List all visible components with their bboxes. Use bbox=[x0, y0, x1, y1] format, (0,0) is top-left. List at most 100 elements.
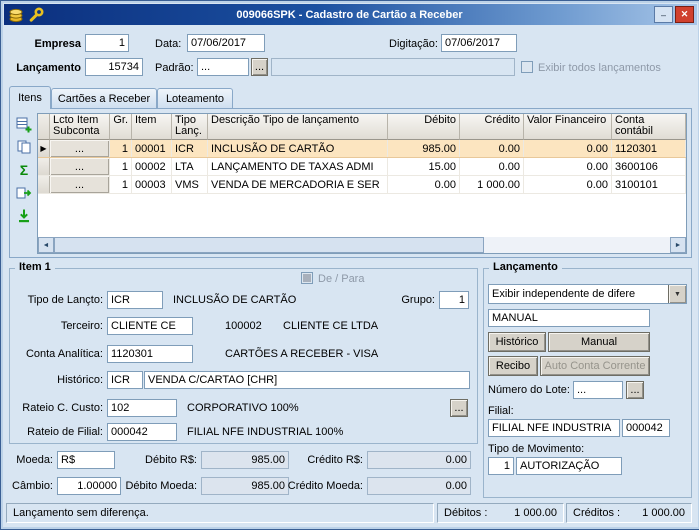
cell-subconta[interactable]: ... bbox=[50, 176, 110, 193]
scroll-right-icon[interactable]: ► bbox=[670, 237, 686, 253]
numero-lote-field[interactable]: ... bbox=[573, 381, 623, 399]
tab-cartoes-a-receber[interactable]: Cartões a Receber bbox=[51, 88, 157, 108]
col-item[interactable]: Item bbox=[132, 114, 172, 140]
cell-descricao[interactable]: VENDA DE MERCADORIA E SER bbox=[208, 176, 388, 193]
padrao-browse-button[interactable]: ... bbox=[251, 58, 268, 76]
row-selector-cell bbox=[38, 176, 50, 193]
cell-subconta[interactable]: ... bbox=[50, 158, 110, 175]
filial-code-field[interactable]: 000042 bbox=[622, 419, 670, 437]
cell-credito[interactable]: 0.00 bbox=[460, 140, 524, 157]
filial-field[interactable]: FILIAL NFE INDUSTRIA bbox=[488, 419, 620, 437]
rateio-browse-button[interactable]: ... bbox=[450, 399, 468, 417]
col-valor-financeiro[interactable]: Valor Financeiro bbox=[524, 114, 612, 140]
coins-icon bbox=[7, 7, 25, 23]
exibir-diferenca-combobox[interactable]: Exibir independente de difere ▼ bbox=[488, 284, 687, 304]
minimize-button[interactable]: – bbox=[654, 6, 673, 23]
debito-moeda-label: Débito Moeda: bbox=[119, 480, 197, 492]
cell-credito[interactable]: 0.00 bbox=[460, 158, 524, 175]
recibo-button[interactable]: Recibo bbox=[488, 356, 538, 376]
col-subconta[interactable]: Lcto Item Subconta bbox=[50, 114, 110, 140]
cell-valor[interactable]: 0.00 bbox=[524, 140, 612, 157]
cell-descricao[interactable]: INCLUSÃO DE CARTÃO bbox=[208, 140, 388, 157]
lancamento-field[interactable]: 15734 bbox=[85, 58, 143, 76]
historico-code-field[interactable]: ICR bbox=[107, 371, 143, 389]
cell-debito[interactable]: 15.00 bbox=[388, 158, 460, 175]
table-row[interactable]: ▶ ... 1 00001 ICR INCLUSÃO DE CARTÃO 985… bbox=[38, 140, 686, 158]
tipo-movimento-field[interactable]: AUTORIZAÇÃO bbox=[516, 457, 622, 475]
tab-loteamento[interactable]: Loteamento bbox=[157, 88, 233, 108]
numero-lote-label: Número do Lote: bbox=[488, 384, 570, 396]
manual-button[interactable]: Manual bbox=[548, 332, 650, 352]
cell-gr[interactable]: 1 bbox=[110, 140, 132, 157]
debito-rs-label: Débito R$: bbox=[127, 454, 197, 466]
cambio-field[interactable]: 1.00000 bbox=[57, 477, 121, 495]
sum-icon[interactable]: Σ bbox=[13, 159, 35, 181]
row-selector-arrow-icon: ▶ bbox=[38, 140, 50, 157]
cell-debito[interactable]: 0.00 bbox=[388, 176, 460, 193]
cell-valor[interactable]: 0.00 bbox=[524, 176, 612, 193]
digitacao-field[interactable]: 07/06/2017 bbox=[441, 34, 517, 52]
cell-descricao[interactable]: LANÇAMENTO DE TAXAS ADMI bbox=[208, 158, 388, 175]
close-button[interactable]: ✕ bbox=[675, 6, 694, 23]
cell-gr[interactable]: 1 bbox=[110, 176, 132, 193]
table-row[interactable]: ... 1 00003 VMS VENDA DE MERCADORIA E SE… bbox=[38, 176, 686, 194]
cell-debito[interactable]: 985.00 bbox=[388, 140, 460, 157]
cell-valor[interactable]: 0.00 bbox=[524, 158, 612, 175]
col-descricao[interactable]: Descrição Tipo de lançamento bbox=[208, 114, 388, 140]
move-down-icon[interactable] bbox=[13, 205, 35, 227]
de-para-checkbox[interactable] bbox=[301, 272, 313, 284]
terceiro-label: Terceiro: bbox=[13, 320, 103, 332]
padrao-field[interactable]: ... bbox=[197, 58, 249, 76]
export-row-icon[interactable] bbox=[13, 182, 35, 204]
cell-item[interactable]: 00003 bbox=[132, 176, 172, 193]
cell-credito[interactable]: 1 000.00 bbox=[460, 176, 524, 193]
chevron-down-icon[interactable]: ▼ bbox=[668, 285, 686, 303]
col-credito[interactable]: Crédito bbox=[460, 114, 524, 140]
table-row[interactable]: ... 1 00002 LTA LANÇAMENTO DE TAXAS ADMI… bbox=[38, 158, 686, 176]
rateio-filial-field[interactable]: 000042 bbox=[107, 423, 177, 441]
cell-conta[interactable]: 3100101 bbox=[612, 176, 686, 193]
tipo-lancto-field[interactable]: ICR bbox=[107, 291, 163, 309]
copy-row-icon[interactable] bbox=[13, 136, 35, 158]
tipo-movimento-code-field[interactable]: 1 bbox=[488, 457, 514, 475]
scrollbar-track[interactable] bbox=[484, 237, 670, 253]
grid-header-selector[interactable] bbox=[38, 114, 50, 140]
scroll-left-icon[interactable]: ◄ bbox=[38, 237, 54, 253]
scrollbar-thumb[interactable] bbox=[54, 237, 484, 253]
tab-itens[interactable]: Itens bbox=[9, 86, 51, 109]
cell-tipo[interactable]: ICR bbox=[172, 140, 208, 157]
creditos-value: 1 000.00 bbox=[636, 507, 685, 519]
rateio-filial-desc: FILIAL NFE INDUSTRIAL 100% bbox=[187, 426, 343, 438]
grupo-field[interactable]: 1 bbox=[439, 291, 469, 309]
cell-item[interactable]: 00002 bbox=[132, 158, 172, 175]
lancamento-groupbox-legend: Lançamento bbox=[489, 261, 562, 273]
cell-tipo[interactable]: VMS bbox=[172, 176, 208, 193]
col-conta-contabil[interactable]: Conta contábil bbox=[612, 114, 686, 140]
horizontal-scrollbar[interactable]: ◄ ► bbox=[38, 237, 686, 253]
data-field[interactable]: 07/06/2017 bbox=[187, 34, 265, 52]
col-gr[interactable]: Gr. bbox=[110, 114, 132, 140]
col-debito[interactable]: Débito bbox=[388, 114, 460, 140]
exibir-todos-checkbox[interactable] bbox=[521, 61, 533, 73]
terceiro-field[interactable]: CLIENTE CE bbox=[107, 317, 193, 335]
conta-analitica-field[interactable]: 1120301 bbox=[107, 345, 193, 363]
col-tipo-lanc[interactable]: Tipo Lanç. bbox=[172, 114, 208, 140]
historico-button[interactable]: Histórico bbox=[488, 332, 546, 352]
status-message-panel: Lançamento sem diferença. bbox=[6, 503, 434, 523]
rateio-filial-label: Rateio de Filial: bbox=[13, 426, 103, 438]
rateio-custo-field[interactable]: 102 bbox=[107, 399, 177, 417]
historico-desc-field[interactable]: VENDA C/CARTAO [CHR] bbox=[144, 371, 470, 389]
auto-conta-corrente-button[interactable]: Auto Conta Corrente bbox=[540, 356, 650, 376]
manual-field[interactable]: MANUAL bbox=[488, 309, 650, 327]
cell-conta[interactable]: 1120301 bbox=[612, 140, 686, 157]
numero-lote-browse-button[interactable]: ... bbox=[626, 381, 644, 399]
credito-rs-label: Crédito R$: bbox=[295, 454, 363, 466]
cell-conta[interactable]: 3600106 bbox=[612, 158, 686, 175]
insert-row-icon[interactable] bbox=[13, 114, 35, 136]
cell-subconta[interactable]: ... bbox=[50, 140, 110, 157]
empresa-field[interactable]: 1 bbox=[85, 34, 129, 52]
moeda-field[interactable]: R$ bbox=[57, 451, 115, 469]
cell-gr[interactable]: 1 bbox=[110, 158, 132, 175]
cell-item[interactable]: 00001 bbox=[132, 140, 172, 157]
cell-tipo[interactable]: LTA bbox=[172, 158, 208, 175]
